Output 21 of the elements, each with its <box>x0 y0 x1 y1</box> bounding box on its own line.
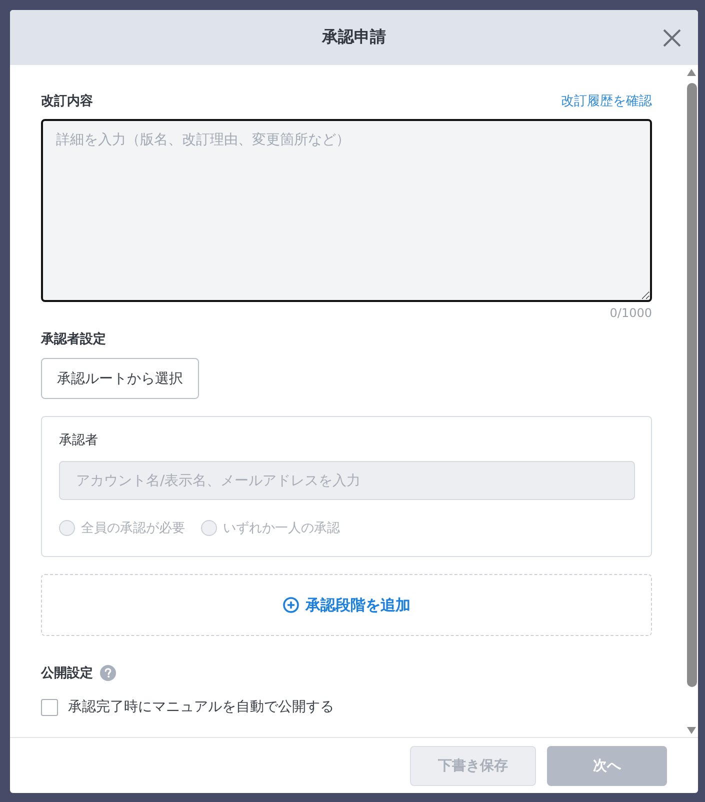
add-step-button[interactable]: 承認段階を追加 <box>41 574 652 636</box>
dialog-title: 承認申請 <box>322 27 386 48</box>
help-icon[interactable] <box>100 665 116 681</box>
scrollbar-thumb[interactable] <box>686 83 696 687</box>
approver-label: 承認者 <box>59 433 98 449</box>
checkbox-label: 承認完了時にマニュアルを自動で公開する <box>68 698 334 716</box>
section-label: 公開設定 <box>41 664 93 682</box>
scroll-up-icon[interactable] <box>687 69 696 76</box>
scroll-down-icon[interactable] <box>687 727 696 734</box>
section-label: 承認者設定 <box>41 332 106 348</box>
close-icon <box>661 27 683 49</box>
plus-circle-icon <box>282 597 298 613</box>
character-counter: 0/1000 <box>610 306 652 320</box>
radio-label: 全員の承認が必要 <box>81 520 185 537</box>
revision-history-link[interactable]: 改訂履歴を確認 <box>561 92 652 110</box>
checkbox[interactable] <box>41 698 58 716</box>
section-label: 改訂内容 <box>41 92 93 110</box>
select-route-button[interactable]: 承認ルートから選択 <box>41 358 199 399</box>
revision-textarea[interactable]: 詳細を入力（版名、改訂理由、変更箇所など） <box>41 119 652 302</box>
radio-label: いずれか一人の承認 <box>223 520 340 537</box>
close-button[interactable] <box>661 27 683 49</box>
